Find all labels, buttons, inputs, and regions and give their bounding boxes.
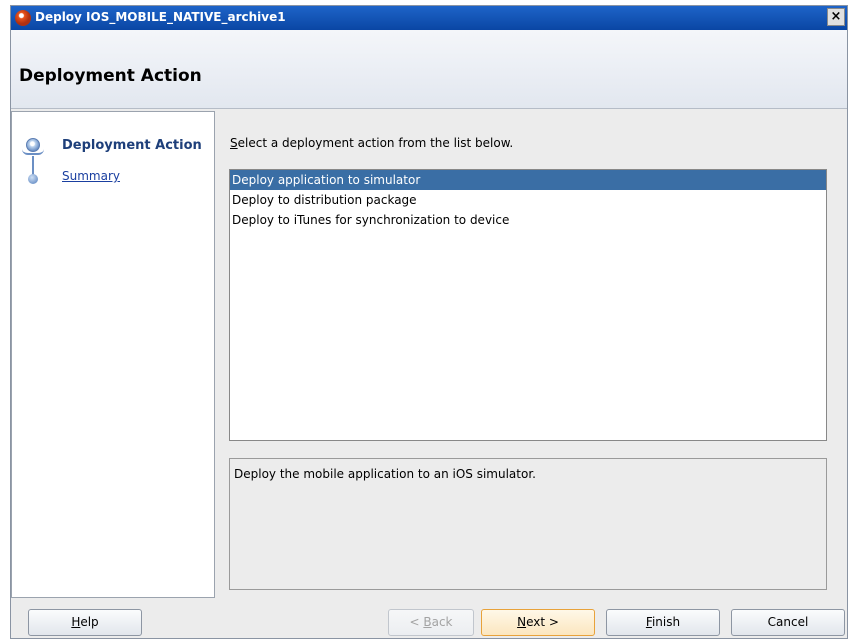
step-summary-link[interactable]: Summary bbox=[62, 169, 120, 183]
page-title: Deployment Action bbox=[19, 66, 202, 86]
current-step-ring-icon bbox=[22, 149, 44, 155]
finish-label: inish bbox=[651, 615, 681, 629]
steps-panel: Deployment Action Summary bbox=[11, 111, 215, 598]
list-item-itunes-sync[interactable]: Deploy to iTunes for synchronization to … bbox=[230, 210, 826, 230]
list-item-deploy-simulator[interactable]: Deploy application to simulator bbox=[230, 170, 826, 190]
list-item-distribution-package[interactable]: Deploy to distribution package bbox=[230, 190, 826, 210]
instruction-mnemonic: S bbox=[230, 136, 238, 150]
page-header: Deployment Action bbox=[11, 30, 847, 109]
finish-button[interactable]: Finish bbox=[606, 609, 720, 636]
step-dot-icon bbox=[28, 174, 38, 184]
app-icon bbox=[15, 10, 31, 26]
next-button[interactable]: Next > bbox=[481, 609, 595, 636]
title-bar[interactable]: Deploy IOS_MOBILE_NATIVE_archive1 × bbox=[11, 6, 847, 30]
window-title: Deploy IOS_MOBILE_NATIVE_archive1 bbox=[35, 10, 286, 24]
next-label: ext > bbox=[526, 615, 559, 629]
step-connector bbox=[32, 156, 34, 175]
help-mnemonic: H bbox=[71, 615, 81, 629]
deploy-dialog: Deploy IOS_MOBILE_NATIVE_archive1 × Depl… bbox=[10, 5, 848, 639]
instruction-label: Select a deployment action from the list… bbox=[230, 136, 513, 150]
close-button[interactable]: × bbox=[827, 8, 845, 26]
deployment-action-list[interactable]: Deploy application to simulator Deploy t… bbox=[229, 169, 827, 441]
back-button[interactable]: < Back bbox=[388, 609, 474, 636]
description-text: Deploy the mobile application to an iOS … bbox=[234, 467, 536, 481]
help-label: elp bbox=[80, 615, 99, 629]
back-mnemonic: B bbox=[423, 615, 432, 629]
back-label: ack bbox=[431, 615, 453, 629]
description-panel: Deploy the mobile application to an iOS … bbox=[229, 458, 827, 590]
step-deployment-action[interactable]: Deployment Action bbox=[62, 138, 202, 153]
help-button[interactable]: Help bbox=[28, 609, 142, 636]
instruction-text: elect a deployment action from the list … bbox=[237, 136, 514, 150]
back-prefix: < bbox=[409, 615, 424, 629]
cancel-button[interactable]: Cancel bbox=[731, 609, 845, 636]
next-mnemonic: N bbox=[517, 615, 527, 629]
